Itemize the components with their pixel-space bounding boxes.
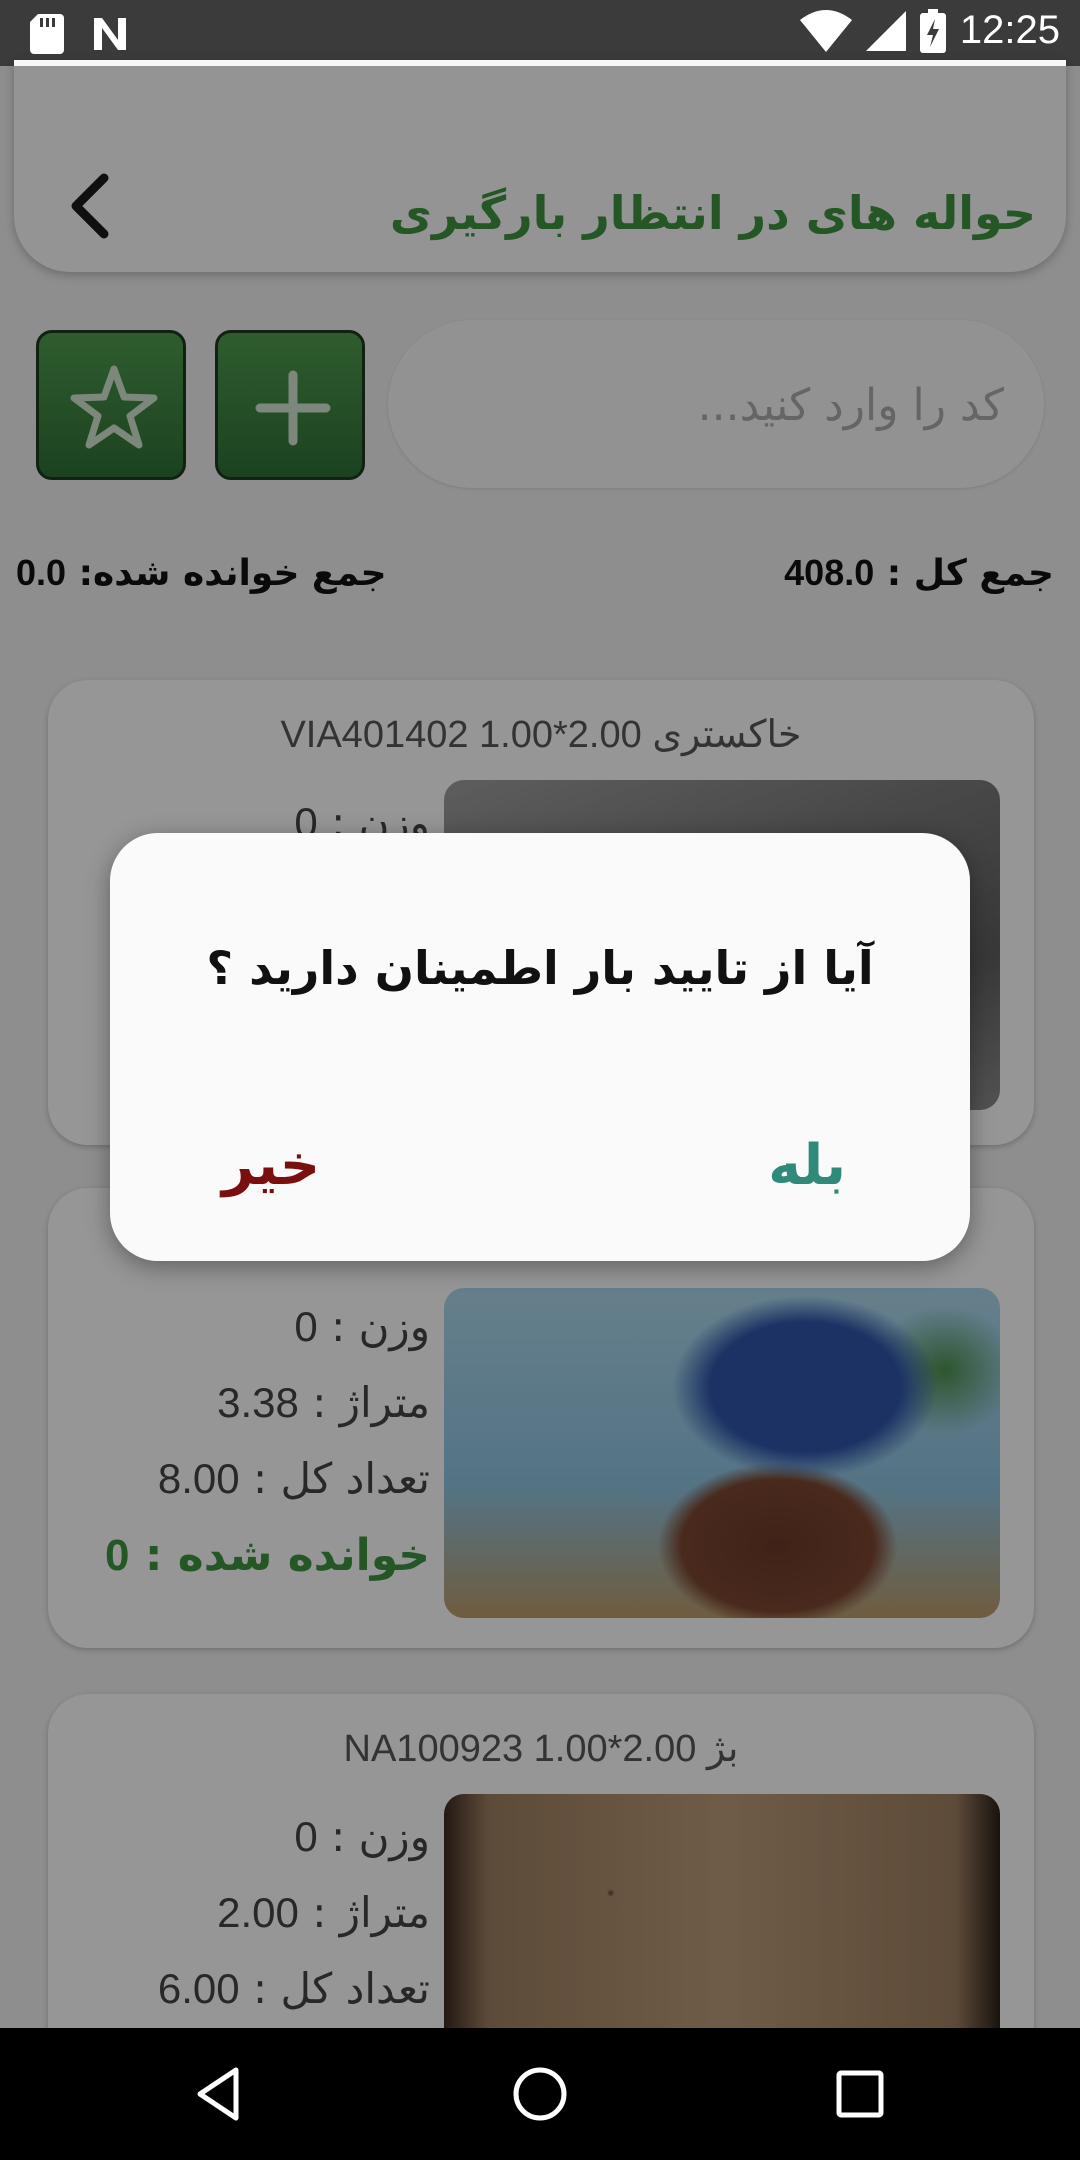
cell-signal-icon bbox=[865, 10, 906, 51]
status-left-icons bbox=[30, 14, 130, 54]
back-triangle-icon[interactable] bbox=[190, 2064, 250, 2124]
sd-card-icon bbox=[30, 14, 64, 54]
no-button[interactable]: خیر bbox=[222, 1133, 320, 1198]
navigation-bar bbox=[0, 2028, 1080, 2160]
recents-square-icon[interactable] bbox=[830, 2064, 890, 2124]
yes-button[interactable]: بله bbox=[768, 1133, 846, 1198]
confirm-dialog: آیا از تایید بار اطمینان دارید ؟ بله خیر bbox=[110, 833, 970, 1261]
battery-charging-icon bbox=[919, 8, 946, 53]
wifi-icon bbox=[799, 9, 852, 52]
clock: 12:25 bbox=[959, 8, 1060, 52]
status-right-icons: 12:25 bbox=[799, 8, 1060, 53]
home-circle-icon[interactable] bbox=[510, 2064, 570, 2124]
dialog-message: آیا از تایید بار اطمینان دارید ؟ bbox=[206, 941, 874, 995]
status-bar: 12:25 bbox=[0, 0, 1080, 66]
n-app-icon bbox=[94, 18, 126, 50]
